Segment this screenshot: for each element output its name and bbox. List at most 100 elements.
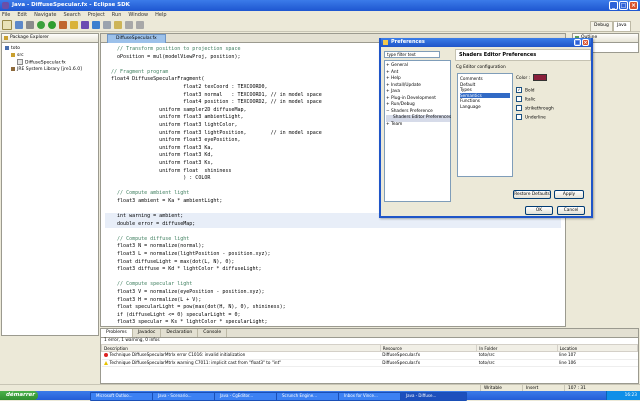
strikethrough-checkbox[interactable]: strikethrough <box>516 105 554 112</box>
pref-tree-team[interactable]: + Team <box>386 122 450 129</box>
preferences-title: Preferences <box>391 39 425 45</box>
new-package-icon[interactable] <box>81 21 89 29</box>
preferences-filter-input[interactable]: type filter text <box>384 51 440 58</box>
column-location[interactable]: Location <box>556 344 639 352</box>
cancel-button[interactable]: Cancel <box>557 206 585 215</box>
column-description[interactable]: Description <box>101 344 381 352</box>
code-line: float3 N = normalize(normal); <box>105 243 205 250</box>
code-line: float3 specular = Ks * lightColor * spec… <box>105 319 268 326</box>
debug-icon[interactable] <box>37 21 45 29</box>
checkbox-box[interactable] <box>516 105 522 111</box>
preferences-title-bar: Preferences □ × <box>381 38 591 47</box>
table-row[interactable]: Technique DiffuseSpecularMtrlx error C10… <box>101 351 638 360</box>
column-in-folder[interactable]: In Folder <box>476 344 558 352</box>
tree-item-label: src <box>17 53 24 58</box>
open-type-icon[interactable] <box>103 21 111 29</box>
run-icon[interactable] <box>48 21 56 29</box>
toolbar <box>0 19 640 32</box>
pref-tree-label: General <box>390 63 408 68</box>
back-icon[interactable] <box>125 21 133 29</box>
problem-location: line 106 <box>557 359 638 367</box>
tree-item-src[interactable]: src <box>5 52 98 59</box>
package-explorer-tab[interactable]: Package Explorer <box>2 34 98 43</box>
menu-edit[interactable]: Edit <box>17 12 27 18</box>
list-item-language[interactable]: Language <box>460 104 510 110</box>
code-line: float diffuseLight = max(dot(L, N), 0); <box>105 258 235 265</box>
code-line: // Compute diffuse light <box>105 235 190 242</box>
checkbox-box[interactable] <box>516 114 522 120</box>
bold-checkbox[interactable]: ✓ Bold <box>516 87 535 94</box>
tree-item-project[interactable]: toto <box>5 45 98 52</box>
column-resource[interactable]: Resource <box>379 344 478 352</box>
package-explorer-tab-label: Package Explorer <box>10 35 49 40</box>
external-tools-icon[interactable] <box>59 21 67 29</box>
dialog-close-button[interactable]: × <box>582 38 589 46</box>
tree-item-file[interactable]: DiffuseSpecular.fx <box>5 59 98 66</box>
forward-icon[interactable] <box>136 21 144 29</box>
print-icon[interactable] <box>26 21 34 29</box>
editor-tab-diffusespecular[interactable]: DiffuseSpecular.fx <box>107 34 166 43</box>
status-bar: Writable Insert 107 : 31 <box>0 384 640 392</box>
window-title: Java - DiffuseSpecular.fx - Eclipse SDK <box>12 2 130 8</box>
save-icon[interactable] <box>15 21 23 29</box>
syntax-element-list: Comments Default Types Semantics Functio… <box>457 73 513 177</box>
tree-item-label: toto <box>11 46 21 51</box>
ok-button[interactable]: OK <box>525 206 553 215</box>
code-line: float3 H = normalize(L + V); <box>105 296 202 303</box>
pref-tree-label: Ant <box>390 69 399 75</box>
menu-navigate[interactable]: Navigate <box>34 12 56 18</box>
file-icon <box>17 59 23 65</box>
preferences-page-header: Shaders Editor Preferences <box>455 49 591 61</box>
maximize-button[interactable]: □ <box>619 1 628 10</box>
minimize-button[interactable]: _ <box>609 1 618 10</box>
new-class-icon[interactable] <box>92 21 100 29</box>
library-icon <box>11 66 15 71</box>
table-row[interactable]: Technique DiffuseSpecularMtrlx warning C… <box>101 359 638 367</box>
window-title-bar: Java - DiffuseSpecular.fx - Eclipse SDK … <box>0 0 640 11</box>
tree-item-label: JRE System Library [jre1.6.0] <box>17 67 82 72</box>
tab-javadoc[interactable]: Javadoc <box>133 329 162 337</box>
new-java-project-icon[interactable] <box>70 21 78 29</box>
checkbox-label: strikethrough <box>525 106 554 112</box>
color-swatch-button[interactable] <box>533 74 547 81</box>
italic-checkbox[interactable]: Italic <box>516 96 535 103</box>
pref-tree-label: Shaders Editor Preferences <box>393 115 452 120</box>
error-icon <box>103 353 108 358</box>
dialog-maximize-button[interactable]: □ <box>574 38 581 46</box>
perspective-java[interactable]: Java <box>613 21 631 32</box>
checkbox-box[interactable] <box>516 96 522 102</box>
underline-checkbox[interactable]: Underline <box>516 114 546 121</box>
close-button[interactable]: × <box>629 1 638 10</box>
tab-problems[interactable]: Problems <box>101 329 133 337</box>
restore-defaults-button[interactable]: Restore Defaults <box>513 190 551 199</box>
bottom-tab-bar: Problems Javadoc Declaration Console <box>101 329 638 338</box>
tab-console[interactable]: Console <box>198 329 228 337</box>
problem-location: line 107 <box>557 351 638 360</box>
color-label: Color : <box>516 76 531 81</box>
menu-run[interactable]: Run <box>112 12 122 18</box>
search-icon[interactable] <box>114 21 122 29</box>
new-icon[interactable] <box>2 20 12 30</box>
apply-button[interactable]: Apply <box>554 190 584 199</box>
perspective-debug[interactable]: Debug <box>590 21 613 32</box>
pref-tree-label: Team <box>390 121 403 127</box>
problem-folder: toto/src <box>476 351 558 360</box>
problem-description: Technique DiffuseSpecularMtrlx warning C… <box>101 359 381 367</box>
start-button[interactable]: démarrer <box>0 391 38 400</box>
preferences-dialog: Preferences □ × type filter text + Gener… <box>379 38 593 218</box>
cg-editor-config-label: Cg Editor configuration <box>456 65 506 70</box>
menu-window[interactable]: Window <box>128 12 148 18</box>
problem-description: Technique DiffuseSpecularMtrlx error C10… <box>101 351 381 360</box>
menu-file[interactable]: File <box>2 12 10 18</box>
problem-resource: DiffuseSpecular.fx <box>380 351 477 360</box>
menu-help[interactable]: Help <box>155 12 166 18</box>
problem-description-text: Technique DiffuseSpecularMtrlx error C10… <box>109 352 246 358</box>
pref-tree-label: Run/Debug <box>390 102 415 107</box>
problem-description-text: Technique DiffuseSpecularMtrlx warning C… <box>109 359 282 365</box>
menu-project[interactable]: Project <box>88 12 105 18</box>
checkbox-box[interactable]: ✓ <box>516 87 522 93</box>
menu-search[interactable]: Search <box>64 12 81 18</box>
tree-item-jre[interactable]: JRE System Library [jre1.6.0] <box>5 66 98 73</box>
code-line: double error = diffuseMap; <box>105 220 561 229</box>
tab-declaration[interactable]: Declaration <box>161 329 199 337</box>
